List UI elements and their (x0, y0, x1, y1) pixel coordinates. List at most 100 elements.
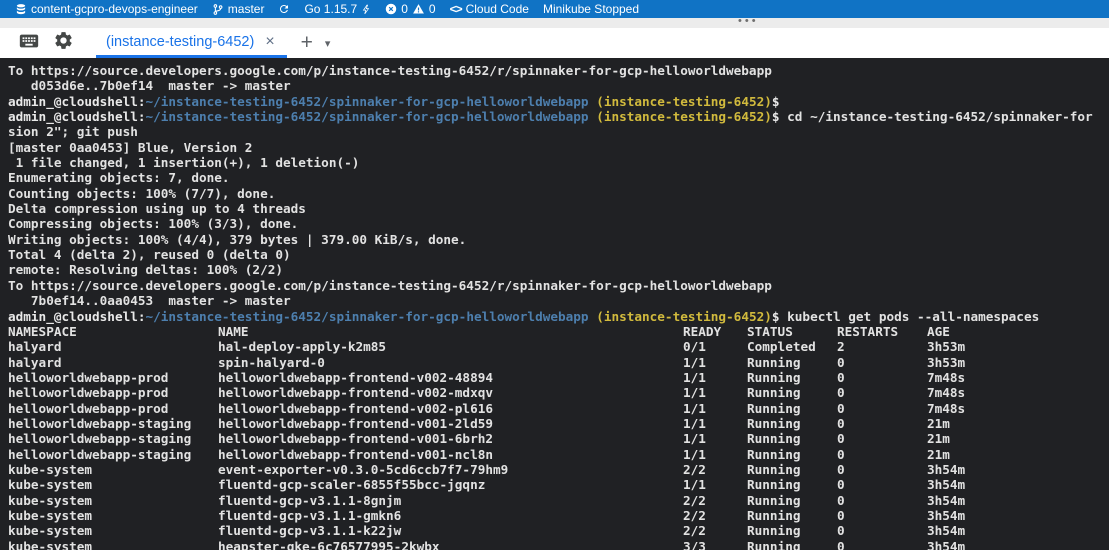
pod-name: helloworldwebapp-frontend-v001-6brh2 (218, 431, 493, 446)
terminal-output-line: 1 file changed, 1 insertion(+), 1 deleti… (8, 155, 1109, 170)
terminal-output-line: To https://source.developers.google.com/… (8, 278, 1109, 293)
terminal-output-line: To https://source.developers.google.com/… (8, 63, 1109, 78)
status-cloud-code[interactable]: <> Cloud Code (443, 0, 536, 18)
pod-name: fluentd-gcp-v3.1.1-gmkn6 (218, 508, 401, 523)
pods-table-row: kube-systemfluentd-gcp-v3.1.1-k22jw2/2Ru… (8, 523, 1109, 538)
status-go-version[interactable]: Go 1.15.7 (297, 0, 378, 18)
pod-name: helloworldwebapp-frontend-v002-pl616 (218, 401, 493, 416)
pod-ready: 1/1 (683, 385, 706, 400)
prompt-env: (instance-testing-6452) (596, 94, 772, 109)
pod-ready: 3/3 (683, 539, 706, 550)
pod-status: Running (747, 416, 800, 431)
terminal-output-line: Total 4 (delta 2), reused 0 (delta 0) (8, 247, 1109, 262)
prompt-path: ~/instance-testing-6452/spinnaker-for-gc… (146, 309, 589, 324)
status-cloud-code-label: Cloud Code (466, 2, 529, 16)
status-minikube[interactable]: Minikube Stopped (536, 0, 646, 18)
bolt-icon (361, 3, 371, 16)
pods-table-row: halyardhal-deploy-apply-k2m850/1Complete… (8, 339, 1109, 354)
add-tab-button[interactable]: + (293, 28, 321, 58)
status-problems[interactable]: 0 0 (378, 0, 442, 18)
terminal-output-line: Writing objects: 100% (4/4), 379 bytes |… (8, 232, 1109, 247)
prompt-dollar: $ (772, 109, 780, 124)
keyboard-icon (18, 30, 40, 57)
gear-icon (53, 30, 74, 56)
pod-restarts: 0 (837, 431, 845, 446)
status-branch[interactable]: master (205, 0, 272, 18)
pod-ready: 1/1 (683, 370, 706, 385)
pod-name: spin-halyard-0 (218, 355, 325, 370)
pod-age: 3h54m (927, 462, 965, 477)
error-icon (385, 3, 397, 15)
panel-divider: ••• (0, 18, 1109, 28)
prompt-dollar: $ (772, 309, 780, 324)
pod-name: fluentd-gcp-v3.1.1-8gnjm (218, 493, 401, 508)
terminal-prompt-line: admin_@cloudshell:~/instance-testing-645… (8, 309, 1109, 324)
pod-namespace: kube-system (8, 523, 92, 538)
pod-ready: 2/2 (683, 462, 706, 477)
terminal[interactable]: To https://source.developers.google.com/… (0, 58, 1109, 550)
prompt-user: admin_@cloudshell: (8, 109, 146, 124)
pod-age: 3h53m (927, 355, 965, 370)
pod-restarts: 0 (837, 355, 845, 370)
pod-ready: 2/2 (683, 523, 706, 538)
git-branch-icon (212, 3, 224, 16)
status-sync[interactable] (271, 0, 297, 18)
terminal-prompt-line: admin_@cloudshell:~/instance-testing-645… (8, 94, 1109, 109)
terminal-output-line: 7b0ef14..0aa0453 master -> master (8, 293, 1109, 308)
pod-restarts: 0 (837, 539, 845, 550)
pod-status: Running (747, 401, 800, 416)
pod-ready: 1/1 (683, 416, 706, 431)
pod-restarts: 0 (837, 523, 845, 538)
pod-name: fluentd-gcp-v3.1.1-k22jw (218, 523, 401, 538)
pod-namespace: kube-system (8, 493, 92, 508)
pod-name: helloworldwebapp-frontend-v002-48894 (218, 370, 493, 385)
close-icon[interactable]: × (263, 34, 276, 50)
pod-restarts: 0 (837, 447, 845, 462)
terminal-tab-label: (instance-testing-6452) (106, 34, 254, 50)
pod-age: 3h53m (927, 339, 965, 354)
pods-table-row: helloworldwebapp-staginghelloworldwebapp… (8, 416, 1109, 431)
pod-ready: 1/1 (683, 355, 706, 370)
pod-namespace: halyard (8, 355, 61, 370)
pod-namespace: kube-system (8, 462, 92, 477)
pod-age: 7m48s (927, 401, 965, 416)
code-brackets-icon: <> (450, 2, 462, 16)
pod-age: 21m (927, 416, 950, 431)
database-icon (15, 3, 27, 16)
prompt-user: admin_@cloudshell: (8, 309, 146, 324)
prompt-dollar: $ (772, 94, 780, 109)
terminal-prompt-line: admin_@cloudshell:~/instance-testing-645… (8, 109, 1109, 124)
terminal-output-line: Delta compression using up to 4 threads (8, 201, 1109, 216)
status-project[interactable]: content-gcpro-devops-engineer (8, 0, 205, 18)
pods-table-row: kube-systemfluentd-gcp-scaler-6855f55bcc… (8, 477, 1109, 492)
pod-restarts: 0 (837, 401, 845, 416)
pod-name: helloworldwebapp-frontend-v002-mdxqv (218, 385, 493, 400)
pod-age: 3h54m (927, 508, 965, 523)
pod-status: Running (747, 462, 800, 477)
pod-namespace: helloworldwebapp-prod (8, 401, 168, 416)
drag-handle[interactable]: ••• (738, 15, 759, 27)
pod-age: 21m (927, 431, 950, 446)
pods-table-row: helloworldwebapp-prod helloworldwebapp-fr… (8, 385, 1109, 400)
settings-button[interactable] (46, 28, 80, 58)
terminal-tab[interactable]: (instance-testing-6452) × (96, 28, 287, 58)
pod-status: Running (747, 493, 800, 508)
pod-namespace: helloworldwebapp-prod (8, 385, 168, 400)
pod-age: 21m (927, 447, 950, 462)
pods-table-row: kube-system event-exporter-v0.3.0-5cd6ccb… (8, 462, 1109, 477)
pods-header-cell: STATUS (747, 324, 793, 339)
pod-name: event-exporter-v0.3.0-5cd6ccb7f7-79hm9 (218, 462, 508, 477)
pod-restarts: 0 (837, 477, 845, 492)
chevron-down-icon[interactable]: ▾ (321, 28, 335, 58)
prompt-env: (instance-testing-6452) (596, 309, 772, 324)
terminal-output-line: d053d6e..7b0ef14 master -> master (8, 78, 1109, 93)
terminal-output-line: [master 0aa0453] Blue, Version 2 (8, 140, 1109, 155)
pod-namespace: kube-system (8, 539, 92, 550)
prompt-user: admin_@cloudshell: (8, 94, 146, 109)
pod-age: 7m48s (927, 385, 965, 400)
pod-status: Running (747, 477, 800, 492)
pod-restarts: 0 (837, 385, 845, 400)
keyboard-button[interactable] (12, 28, 46, 58)
pod-status: Running (747, 431, 800, 446)
pod-namespace: halyard (8, 339, 61, 354)
